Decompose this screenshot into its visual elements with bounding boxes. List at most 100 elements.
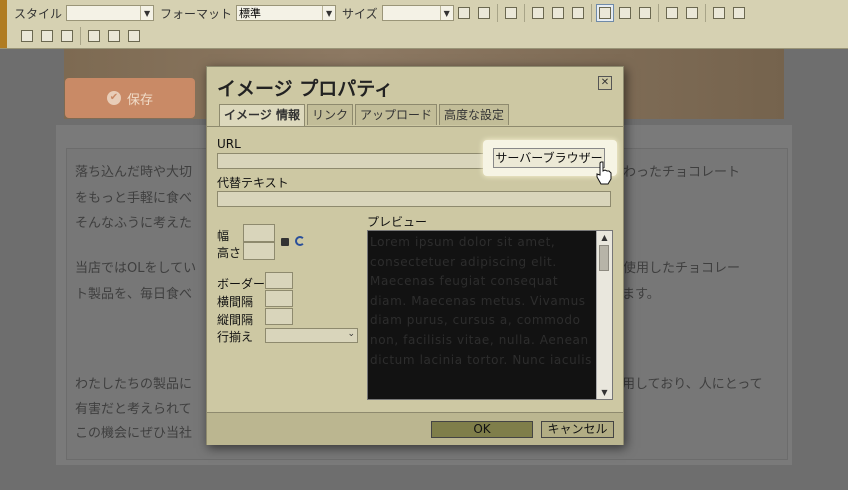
body-text-line: だわったチョコレート <box>610 165 741 180</box>
hspace-input[interactable] <box>265 290 293 307</box>
image-properties-dialog: イメージ プロパティ ✕ イメージ 情報 リンク アップロード 高度な設定 UR… <box>206 66 624 445</box>
format-label: フォーマット <box>160 6 233 21</box>
preview-scrollbar[interactable]: ▲ ▼ <box>596 231 612 399</box>
height-input[interactable] <box>243 242 275 260</box>
block-right-button[interactable] <box>569 4 587 22</box>
ok-button[interactable]: OK <box>431 421 533 438</box>
body-text-line: ト製品を、毎日食べ <box>75 287 193 302</box>
image-tool-1-button[interactable] <box>18 27 36 45</box>
server-browse-button[interactable]: サーバーブラウザー <box>493 148 605 168</box>
layout-4-icon <box>665 7 678 19</box>
preview-label: プレビュー <box>367 215 428 229</box>
cancel-button[interactable]: キャンセル <box>541 421 614 438</box>
hspace-label: 横間隔 <box>217 295 254 309</box>
toolbar-separator <box>80 27 81 45</box>
vspace-label: 縦間隔 <box>217 313 254 327</box>
alt-text-label: 代替テキスト <box>217 176 289 190</box>
hand-cursor-icon <box>596 161 612 185</box>
insert-hr-button[interactable] <box>125 27 143 45</box>
lock-icon[interactable] <box>281 238 289 246</box>
toolbar-separator <box>590 4 592 22</box>
body-text-line: わたしたちの製品に <box>75 377 193 392</box>
body-text-line: 有害だと考えられて <box>75 402 192 417</box>
alt-text-input[interactable] <box>217 191 611 207</box>
image-tool-2-button[interactable] <box>38 27 56 45</box>
format-select-value: 標準 <box>239 7 262 20</box>
tab-advanced[interactable]: 高度な設定 <box>438 104 509 125</box>
layout-6-icon <box>712 7 725 19</box>
tab-upload[interactable]: アップロード <box>354 104 437 125</box>
image-tool-3-icon <box>61 30 73 42</box>
toolbar-accent-bar <box>0 0 7 48</box>
tab-image-info[interactable]: イメージ 情報 <box>219 104 305 126</box>
layout-7-button[interactable] <box>730 4 748 22</box>
image-tool-1-icon <box>21 30 33 42</box>
redo-button[interactable] <box>475 4 493 22</box>
insert-image-button[interactable] <box>85 27 103 45</box>
text-color-button[interactable] <box>502 4 520 22</box>
layout-3-button[interactable] <box>636 4 654 22</box>
dialog-footer: OK キャンセル <box>207 412 623 445</box>
layout-1-icon <box>598 7 611 19</box>
refresh-icon[interactable] <box>295 236 305 246</box>
border-input[interactable] <box>265 272 293 289</box>
dialog-title: イメージ プロパティ <box>217 78 394 100</box>
layout-2-button[interactable] <box>616 4 634 22</box>
scroll-thumb[interactable] <box>599 245 609 271</box>
chevron-down-icon: ▼ <box>322 6 335 20</box>
toolbar-separator <box>523 4 525 22</box>
toolbar-row-2 <box>8 25 144 47</box>
width-label: 幅 <box>217 229 230 243</box>
size-select[interactable]: ▼ <box>381 5 454 21</box>
body-text-line: この機会にぜひ当社 <box>75 426 193 441</box>
height-label: 高さ <box>217 246 242 260</box>
vspace-input[interactable] <box>265 308 293 325</box>
chevron-down-icon: ⌄ <box>347 329 355 339</box>
body-text-line: 落ち込んだ時や大切 <box>75 165 193 180</box>
undo-button[interactable] <box>455 4 473 22</box>
check-circle-icon: ✔ <box>106 91 121 105</box>
style-select[interactable]: ▼ <box>66 5 155 21</box>
width-input[interactable] <box>243 224 275 242</box>
redo-icon <box>477 7 490 19</box>
text-color-icon <box>504 7 517 19</box>
style-label: スタイル <box>14 6 63 21</box>
layout-5-button[interactable] <box>683 4 701 22</box>
url-input[interactable] <box>217 153 487 169</box>
insert-table-button[interactable] <box>105 27 123 45</box>
body-text-line: 当店ではOLをしてい <box>75 261 197 276</box>
layout-7-icon <box>732 7 745 19</box>
align-select[interactable]: ⌄ <box>265 328 358 343</box>
layout-4-button[interactable] <box>663 4 681 22</box>
block-center-icon <box>551 7 564 19</box>
body-text-line: み使用したチョコレー <box>610 261 741 276</box>
block-left-icon <box>531 7 544 19</box>
body-text-line: ます。 <box>622 287 660 302</box>
tab-link[interactable]: リンク <box>306 104 353 125</box>
block-center-button[interactable] <box>549 4 567 22</box>
table-icon <box>108 30 120 42</box>
preview-text: Lorem ipsum dolor sit amet, consectetuer… <box>370 235 592 367</box>
scroll-down-icon[interactable]: ▼ <box>597 386 612 399</box>
format-select[interactable]: 標準 ▼ <box>236 5 337 21</box>
size-label: サイズ <box>342 6 378 21</box>
toolbar-separator <box>657 4 659 22</box>
scroll-up-icon[interactable]: ▲ <box>597 231 612 244</box>
block-left-button[interactable] <box>529 4 547 22</box>
toolbar-separator <box>704 4 706 22</box>
image-preview: Lorem ipsum dolor sit amet, consectetuer… <box>367 230 613 400</box>
align-label: 行揃え <box>217 330 254 344</box>
save-button[interactable]: ✔ 保存 <box>65 78 195 118</box>
toolbar-row-1: スタイル ▼ フォーマット 標準 ▼ サイズ ▼ <box>8 2 749 24</box>
layout-5-icon <box>685 7 698 19</box>
image-tool-3-button[interactable] <box>58 27 76 45</box>
block-right-icon <box>571 7 584 19</box>
undo-icon <box>457 7 470 19</box>
dialog-tabs: イメージ 情報 リンク アップロード 高度な設定 <box>219 104 511 126</box>
layout-1-button[interactable] <box>595 4 614 22</box>
image-icon <box>88 30 100 42</box>
layout-6-button[interactable] <box>710 4 728 22</box>
close-icon[interactable]: ✕ <box>598 76 612 90</box>
layout-3-icon <box>638 7 651 19</box>
toolbar-separator <box>496 4 498 22</box>
